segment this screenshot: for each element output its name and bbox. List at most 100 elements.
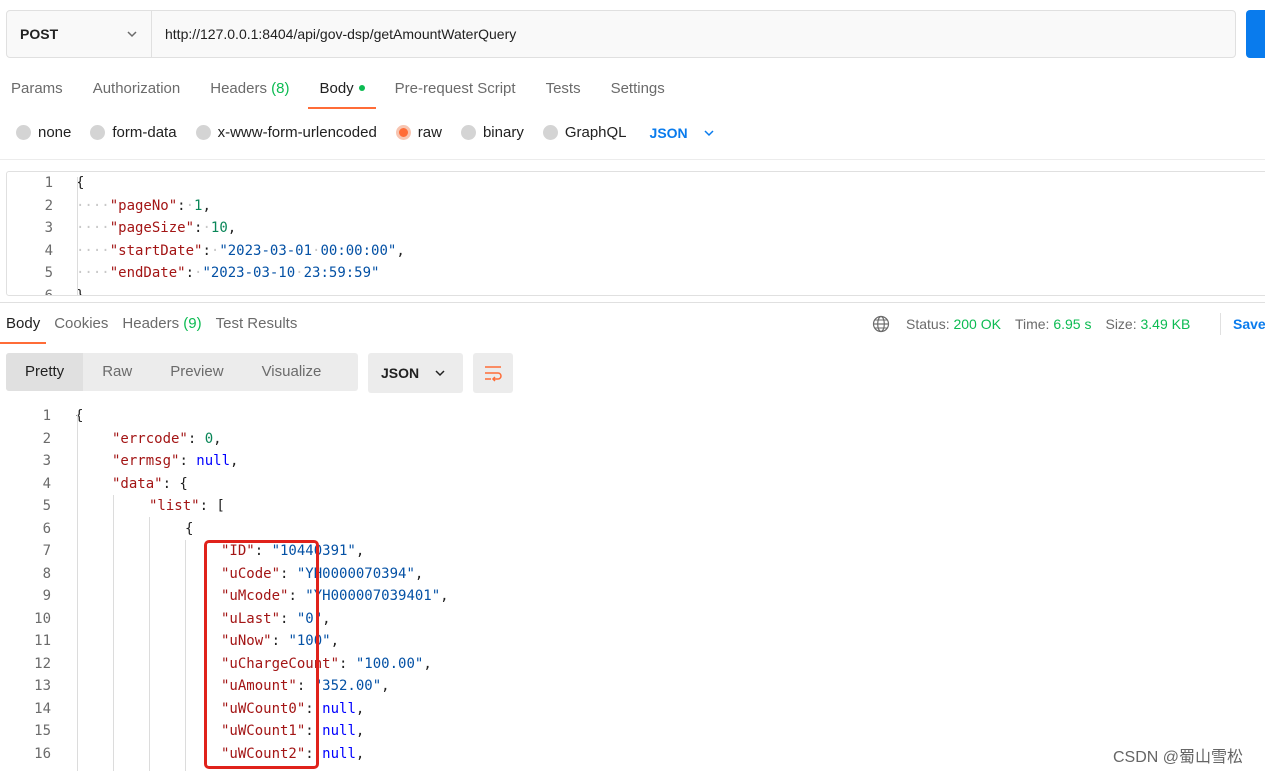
tab-pre-request-script[interactable]: Pre-request Script xyxy=(384,78,527,100)
line-number: 14 xyxy=(34,700,51,717)
code-token: "2023-03-01 xyxy=(219,242,313,259)
tab-tests[interactable]: Tests xyxy=(535,78,592,100)
code-token: , xyxy=(202,197,211,214)
headers-count: (8) xyxy=(271,80,290,97)
code-token: : xyxy=(202,242,211,259)
code-token: "endDate" xyxy=(109,265,186,281)
wrap-lines-button[interactable] xyxy=(473,353,513,393)
size-label: Size: xyxy=(1105,316,1137,332)
code-token: "100.00" xyxy=(355,655,424,672)
code-token: ···· xyxy=(76,242,110,259)
code-line: "errmsg": null, xyxy=(112,450,238,473)
code-token: : [ xyxy=(199,498,225,514)
code-token: null xyxy=(322,723,356,739)
tab-authorization[interactable]: Authorization xyxy=(82,78,192,100)
code-token: , xyxy=(396,242,405,259)
line-number: 8 xyxy=(42,565,51,582)
resp-tab-test-results[interactable]: Test Results xyxy=(210,313,304,335)
code-token: , xyxy=(230,453,239,469)
code-token: , xyxy=(227,220,237,236)
indent-guide xyxy=(77,177,78,295)
code-token: , xyxy=(355,745,365,762)
code-token: : xyxy=(177,197,186,214)
code-token: : xyxy=(187,430,205,447)
radio-none[interactable]: none xyxy=(16,124,71,141)
line-number: 11 xyxy=(34,633,51,649)
view-tab-raw[interactable]: Raw xyxy=(83,353,151,391)
view-tab-pretty[interactable]: Pretty xyxy=(6,353,84,391)
code-line: "list": [ xyxy=(149,495,225,518)
line-number: 5 xyxy=(42,498,51,514)
view-tab-visualize[interactable]: Visualize xyxy=(243,353,341,391)
code-token: : xyxy=(179,453,197,469)
code-token: , xyxy=(213,430,222,447)
code-token: , xyxy=(330,633,340,649)
code-line: "data": { xyxy=(112,473,188,496)
code-line: { xyxy=(185,518,193,541)
radio-x-www-form-urlencoded[interactable]: x-www-form-urlencoded xyxy=(195,124,377,141)
code-token: "YH000007039401" xyxy=(305,588,441,604)
response-format-select[interactable]: JSON xyxy=(368,353,463,393)
line-number: 2 xyxy=(44,197,53,214)
code-token: 23:59:59" xyxy=(303,265,380,281)
line-number: 7 xyxy=(42,543,51,559)
method-select[interactable]: POST xyxy=(7,11,152,57)
line-number: 1 xyxy=(44,175,53,191)
code-token: , xyxy=(440,588,449,604)
response-body-viewer[interactable]: 1 {2 "errcode": 0, 3 "errmsg": null, 4 "data":… xyxy=(0,405,1265,771)
line-number: 13 xyxy=(34,678,51,694)
url-input[interactable]: http://127.0.0.1:8404/api/gov-dsp/getAmo… xyxy=(152,26,516,42)
radio-binary[interactable]: binary xyxy=(460,124,524,141)
code-token: 10 xyxy=(210,220,228,236)
tab-params[interactable]: Params xyxy=(0,78,74,100)
response-meta: Status: 200 OK Time: 6.95 s Size: 3.49 K… xyxy=(872,313,1190,335)
response-tabs: Body Cookies Headers (9) Test Results xyxy=(0,313,305,344)
divider xyxy=(0,302,1265,303)
view-tab-preview[interactable]: Preview xyxy=(151,353,242,391)
body-modified-dot xyxy=(358,85,365,92)
radio-graphql[interactable]: GraphQL xyxy=(542,124,627,141)
line-number: 6 xyxy=(42,520,51,537)
code-token: ···· xyxy=(76,197,110,214)
tab-headers[interactable]: Headers (8) xyxy=(199,78,300,100)
tab-body[interactable]: Body xyxy=(308,78,376,109)
code-token: : { xyxy=(162,475,188,492)
radio-form-data[interactable]: form-data xyxy=(90,124,177,141)
radio-circle xyxy=(460,125,476,140)
request-body-editor[interactable]: 1{2 ····"pageNo":·1, 3 ····"pageSize":·10, 4… xyxy=(6,171,1265,296)
time-label: Time: xyxy=(1014,316,1050,332)
code-token: "list" xyxy=(149,498,200,514)
globe-icon[interactable] xyxy=(872,315,890,333)
code-line: "errcode": 0, xyxy=(112,428,222,451)
save-response-button[interactable]: Save xyxy=(1220,313,1265,335)
resp-tab-cookies[interactable]: Cookies xyxy=(48,313,114,335)
chevron-down-icon xyxy=(127,31,137,38)
size-value[interactable]: 3.49 KB xyxy=(1141,316,1191,332)
code-token: { xyxy=(185,520,194,537)
status-value[interactable]: 200 OK xyxy=(953,316,1000,332)
method-label: POST xyxy=(20,26,59,42)
radio-circle xyxy=(16,125,31,140)
resp-tab-headers[interactable]: Headers (9) xyxy=(116,313,207,335)
radio-circle-selected xyxy=(395,125,411,140)
code-token: "errcode" xyxy=(112,430,188,447)
code-token: , xyxy=(381,678,390,694)
body-format-select[interactable]: JSON xyxy=(650,125,716,141)
chevron-down-icon xyxy=(704,129,714,136)
line-number: 3 xyxy=(44,220,53,236)
status-label: Status: xyxy=(906,316,950,332)
radio-raw[interactable]: raw xyxy=(395,124,442,141)
code-token: , xyxy=(355,700,365,717)
tab-settings[interactable]: Settings xyxy=(600,78,676,100)
send-button[interactable] xyxy=(1246,10,1265,58)
code-token: ···· xyxy=(76,220,110,236)
line-number: 12 xyxy=(34,655,51,672)
resp-tab-body[interactable]: Body xyxy=(0,313,47,344)
code-line: ····"pageSize":·10, xyxy=(76,217,236,240)
request-bar: POST http://127.0.0.1:8404/api/gov-dsp/g… xyxy=(6,10,1236,58)
wrap-lines-icon xyxy=(485,366,502,382)
time-value[interactable]: 6.95 s xyxy=(1053,316,1091,332)
line-number: 9 xyxy=(42,588,51,604)
code-token: : xyxy=(185,265,195,281)
code-line: ····"startDate":·"2023-03-01·00:00:00", xyxy=(76,240,405,263)
